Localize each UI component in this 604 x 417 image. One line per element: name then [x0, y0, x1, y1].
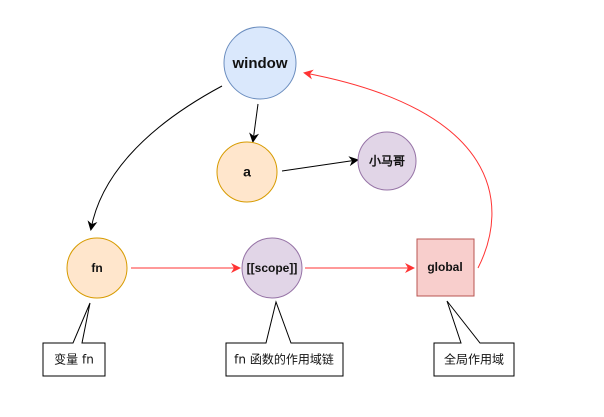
node-xiaomage[interactable]: 小马哥 — [357, 131, 417, 191]
scope-chain-diagram: window a 小马哥 fn [[scope]] global 变量 fn f… — [42, 26, 515, 377]
node-global-label: global — [427, 260, 462, 274]
node-global[interactable]: global — [416, 238, 475, 297]
node-window-label: window — [232, 55, 288, 72]
node-window[interactable]: window — [223, 26, 297, 100]
callout-variable-fn-text: 变量 fn — [54, 352, 94, 367]
node-a-label: a — [243, 164, 251, 180]
node-fn[interactable]: fn — [66, 237, 128, 299]
node-scope[interactable]: [[scope]] — [241, 237, 303, 299]
callout-fn-scope-chain-text: fn 函数的作用域链 — [234, 352, 334, 367]
node-fn-label: fn — [91, 261, 102, 275]
edge-window-to-fn — [87, 85, 223, 231]
callout-variable-fn[interactable]: 变量 fn — [42, 302, 106, 377]
callout-global-scope[interactable]: 全局作用域 — [433, 300, 515, 377]
callout-global-scope-text: 全局作用域 — [444, 352, 504, 367]
callout-fn-scope-chain[interactable]: fn 函数的作用域链 — [225, 300, 344, 377]
node-scope-label: [[scope]] — [247, 261, 298, 275]
node-a[interactable]: a — [216, 141, 278, 203]
node-xiaomage-label: 小马哥 — [369, 153, 405, 168]
edge-a-to-xiaomage — [281, 156, 359, 172]
edge-window-to-a — [249, 103, 260, 143]
